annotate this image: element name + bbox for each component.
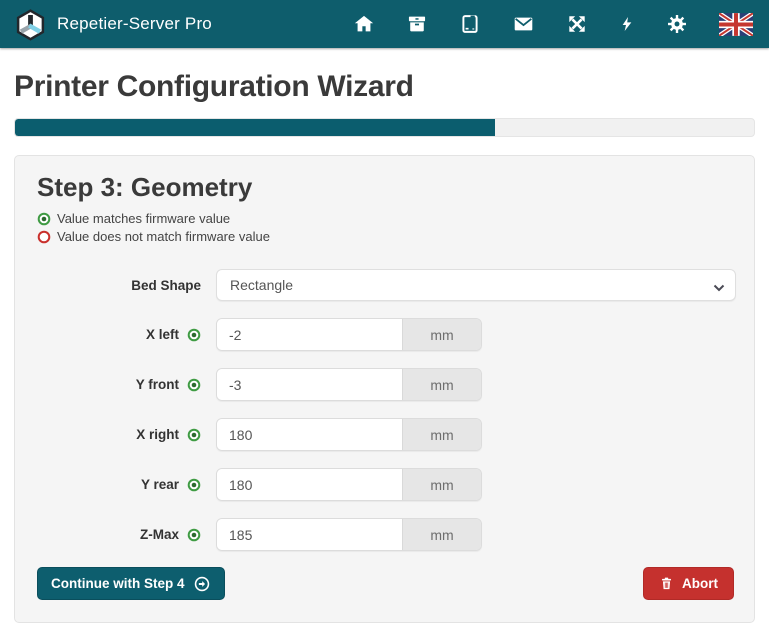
y-rear-input[interactable]	[217, 469, 402, 500]
legend-match: Value matches firmware value	[37, 210, 734, 228]
wizard-progress-fill	[15, 119, 495, 136]
x-right-input[interactable]	[217, 419, 402, 450]
language-flag-uk-icon[interactable]	[719, 13, 753, 36]
y-rear-unit: mm	[402, 469, 481, 500]
z-max-input[interactable]	[217, 519, 402, 550]
settings-gear-icon[interactable]	[666, 13, 688, 35]
navbar-menu	[353, 13, 753, 36]
tablet-icon[interactable]	[459, 13, 481, 35]
expand-arrows-icon[interactable]	[566, 13, 588, 35]
lightning-bolt-icon[interactable]	[619, 13, 635, 35]
mail-icon[interactable]	[512, 13, 535, 35]
continue-button[interactable]: Continue with Step 4	[37, 567, 225, 600]
brand-name: Repetier-Server Pro	[57, 14, 212, 34]
form-row-y-rear: Y rear mm	[37, 468, 734, 501]
step-title: Step 3: Geometry	[37, 172, 734, 203]
home-icon[interactable]	[353, 13, 375, 35]
legend-mismatch: Value does not match firmware value	[37, 228, 734, 246]
brand[interactable]: Repetier-Server Pro	[14, 8, 212, 41]
x-right-unit: mm	[402, 419, 481, 450]
top-navbar: Repetier-Server Pro	[0, 0, 769, 48]
form-row-bed-shape: Bed Shape Rectangle	[37, 269, 734, 301]
match-status-icon	[37, 212, 51, 226]
match-status-icon	[187, 528, 201, 542]
match-status-icon	[187, 428, 201, 442]
legend-match-label: Value matches firmware value	[57, 210, 230, 228]
abort-button-label: Abort	[682, 576, 718, 591]
wizard-step-card: Step 3: Geometry Value matches firmware …	[14, 155, 755, 623]
repetier-logo-icon	[14, 8, 47, 41]
wizard-progress-bar	[14, 118, 755, 137]
trash-icon	[659, 575, 674, 592]
archive-box-icon[interactable]	[406, 13, 428, 35]
y-front-label: Y front	[136, 377, 179, 392]
match-status-icon	[187, 478, 201, 492]
x-left-input[interactable]	[217, 319, 402, 350]
page-title: Printer Configuration Wizard	[14, 69, 755, 105]
z-max-label: Z-Max	[140, 527, 179, 542]
main-content: Printer Configuration Wizard Step 3: Geo…	[0, 69, 769, 623]
form-row-z-max: Z-Max mm	[37, 518, 734, 551]
form-row-x-right: X right mm	[37, 418, 734, 451]
z-max-unit: mm	[402, 519, 481, 550]
bed-shape-label: Bed Shape	[131, 278, 201, 293]
x-right-label: X right	[136, 427, 179, 442]
y-rear-label: Y rear	[141, 477, 179, 492]
y-front-input[interactable]	[217, 369, 402, 400]
form-row-y-front: Y front mm	[37, 368, 734, 401]
bed-shape-select[interactable]: Rectangle	[216, 269, 736, 301]
abort-button[interactable]: Abort	[643, 567, 734, 600]
wizard-footer: Continue with Step 4	[37, 567, 734, 600]
mismatch-status-icon	[37, 230, 51, 244]
legend-mismatch-label: Value does not match firmware value	[57, 228, 270, 246]
x-left-unit: mm	[402, 319, 481, 350]
match-status-icon	[187, 378, 201, 392]
arrow-circle-right-icon	[193, 575, 211, 593]
match-status-icon	[187, 328, 201, 342]
continue-button-label: Continue with Step 4	[51, 576, 185, 591]
y-front-unit: mm	[402, 369, 481, 400]
form-row-x-left: X left mm	[37, 318, 734, 351]
x-left-label: X left	[146, 327, 179, 342]
